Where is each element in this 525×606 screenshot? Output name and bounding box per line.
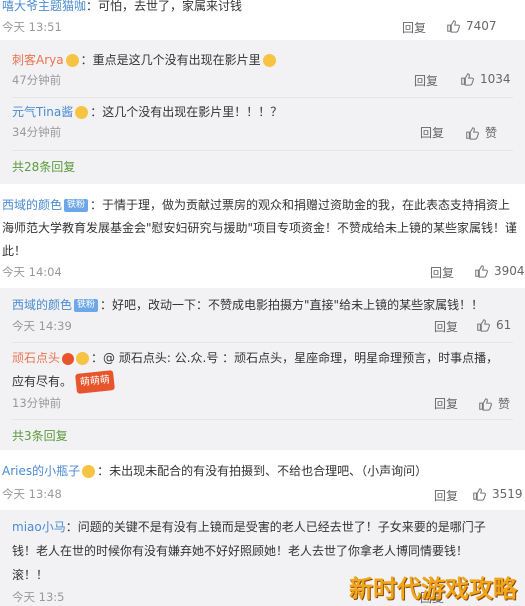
like-button[interactable]: 赞 xyxy=(465,124,497,141)
comment-author[interactable]: 嘻大爷主题猫咖 xyxy=(2,0,86,13)
smile-emoji-icon xyxy=(262,54,276,67)
comment: 西域的颜色 铁粉 ：于情于理，做为贡献过票房的观众和捐赠过资助金的我，在此表态支持捐… xyxy=(0,190,525,288)
reply-text-line: 应有尽有。 萌萌萌 xyxy=(12,370,115,394)
fan-badge: 铁粉 xyxy=(64,199,89,212)
comment-text-line: 此！ xyxy=(2,242,26,260)
like-button[interactable]: 赞 xyxy=(478,395,510,412)
fan-badge: 铁粉 xyxy=(74,299,99,312)
reply-block: 刺客Arya ：重点是这几个没有出现在影片里 47分钟前 回复 1034 元气Ti… xyxy=(0,40,525,184)
thumbs-up-icon xyxy=(466,126,479,140)
reply-text-line: miao小马：问题的关键不是有没有上镜而是受害的老人已经去世了！子女来要的是哪门… xyxy=(12,518,486,536)
reply-author[interactable]: 元气Tina酱 xyxy=(12,105,73,119)
comment-author[interactable]: Aries的小瓶子 xyxy=(2,464,80,478)
reply-text-line: 西域的颜色 铁粉 ：好吧，改动一下：不赞成电影拍摄方"直接"给未上镜的某些家属钱！！ xyxy=(12,296,483,314)
divider xyxy=(12,97,513,98)
comment-time: 今天 13:51 xyxy=(2,20,62,34)
sticker: 萌萌萌 xyxy=(75,370,115,394)
like-button[interactable]: 3519 xyxy=(472,487,523,501)
comment-time: 今天 13:48 xyxy=(2,487,62,501)
comment-text-line: 海师范大学教育发展基金会"慰安妇研究与援助"项目专项资金！不赞成给未上镜的某些家… xyxy=(2,219,517,237)
vip-badge-icon xyxy=(62,352,75,365)
thumbs-up-icon xyxy=(473,488,486,501)
smile-emoji-icon xyxy=(75,106,89,119)
reply-author[interactable]: 西域的颜色 xyxy=(12,298,72,312)
reply-button[interactable]: 回复 xyxy=(434,395,458,412)
thumbs-up-icon xyxy=(475,265,488,278)
reply-text-line: 滚！！ xyxy=(12,566,48,584)
more-replies-link[interactable]: 共3条回复 xyxy=(12,427,68,444)
smile-emoji-icon xyxy=(65,54,79,67)
like-count: 1034 xyxy=(480,72,511,86)
reply-time: 34分钟前 xyxy=(12,125,62,139)
comment-text: ：于情于理，做为贡献过票房的观众和捐赠过资助金的我，在此表态支持捐资上 xyxy=(90,198,511,212)
reply-text: 应有尽有。 xyxy=(12,374,73,389)
reply-time: 13分钟前 xyxy=(12,396,62,410)
comment-author[interactable]: 西域的颜色 xyxy=(2,198,62,212)
reply-button[interactable]: 回复 xyxy=(414,72,438,89)
reply-button[interactable]: 回复 xyxy=(430,264,454,281)
reply-text: ：@ 顽石点头: 公.众.号 ：顽石点头，星座命理，明星命理预言，时事点播， xyxy=(91,351,499,365)
more-replies-link[interactable]: 共28条回复 xyxy=(12,158,75,175)
reply-button[interactable]: 回复 xyxy=(420,124,444,141)
reply-author[interactable]: miao小马 xyxy=(12,520,66,534)
comment-text: ：可怕，去世了，家属来讨钱 xyxy=(86,0,243,13)
reply-text-line: 刺客Arya ：重点是这几个没有出现在影片里 xyxy=(12,51,278,69)
reply-button[interactable]: 回复 xyxy=(402,19,426,36)
thumbs-up-icon xyxy=(447,20,460,33)
reply-text: ：这几个没有出现在影片里！！！？ xyxy=(90,105,283,119)
reply-button[interactable]: 回复 xyxy=(434,487,458,504)
like-label: 赞 xyxy=(498,397,511,411)
comment-text-line: 嘻大爷主题猫咖：可怕，去世了，家属来讨钱 xyxy=(2,0,242,15)
like-button[interactable]: 7407 xyxy=(446,19,497,33)
like-count: 61 xyxy=(496,318,512,332)
reply-time: 今天 14:39 xyxy=(12,319,72,333)
watermark: 新时代游戏攻略 xyxy=(349,575,517,603)
reply-text: ：问题的关键不是有没有上镜而是受害的老人已经去世了！子女来要的是哪门子 xyxy=(65,520,486,534)
reply-text: 钱！老人在世的时候你有没有嫌弃她不好好照顾她！老人去世了你拿老人博同情要钱！ xyxy=(12,544,469,558)
reply-author[interactable]: 顽石点头 xyxy=(12,351,60,365)
thumbs-up-icon xyxy=(477,319,490,332)
like-count: 3904 xyxy=(494,264,525,278)
like-count: 3519 xyxy=(492,487,523,501)
like-count: 7407 xyxy=(466,19,497,33)
like-button[interactable]: 3904 xyxy=(474,264,525,278)
comment-text: ：未出现未配合的有没有拍摄到、不给也合理吧、（小声询问） xyxy=(97,464,428,478)
reply-time: 47分钟前 xyxy=(12,73,62,87)
reply-block: 西域的颜色 铁粉 ：好吧，改动一下：不赞成电影拍摄方"直接"给未上镜的某些家属钱！！… xyxy=(0,288,525,450)
reply-text-line: 元气Tina酱 ：这几个没有出现在影片里！！！？ xyxy=(12,103,282,121)
divider xyxy=(12,150,513,151)
reply-author[interactable]: 刺客Arya xyxy=(12,53,64,67)
reply-text: ：重点是这几个没有出现在影片里 xyxy=(80,53,261,67)
comment-time: 今天 14:04 xyxy=(2,265,62,279)
reply-text: ：好吧，改动一下：不赞成电影拍摄方"直接"给未上镜的某些家属钱！！ xyxy=(100,298,484,312)
comment: Aries的小瓶子 ：未出现未配合的有没有拍摄到、不给也合理吧、（小声询问） 今天… xyxy=(0,456,525,508)
thumbs-up-icon xyxy=(461,73,474,86)
comment-text-line: 西域的颜色 铁粉 ：于情于理，做为贡献过票房的观众和捐赠过资助金的我，在此表态支持捐… xyxy=(2,196,510,214)
reply-text-line: 钱！老人在世的时候你有没有嫌弃她不好好照顾她！老人去世了你拿老人博同情要钱！ xyxy=(12,542,468,560)
like-button[interactable]: 61 xyxy=(476,318,511,332)
thumbs-up-icon xyxy=(479,397,492,411)
reply-text: 滚！！ xyxy=(12,568,49,582)
divider xyxy=(12,419,513,420)
comment-text: 此！ xyxy=(2,244,27,258)
comment-text: 海师范大学教育发展基金会"慰安妇研究与援助"项目专项资金！不赞成给未上镜的某些家… xyxy=(2,221,518,235)
divider xyxy=(12,342,513,343)
comment-text-line: Aries的小瓶子 ：未出现未配合的有没有拍摄到、不给也合理吧、（小声询问） xyxy=(2,462,427,480)
smile-emoji-icon xyxy=(76,352,90,365)
comment-top: 嘻大爷主题猫咖：可怕，去世了，家属来讨钱 今天 13:51 回复 7407 xyxy=(0,0,525,40)
like-button[interactable]: 1034 xyxy=(460,72,511,86)
smile-emoji-icon xyxy=(82,465,96,478)
reply-time: 今天 13:5 xyxy=(12,590,65,604)
reply-text-line: 顽石点头 ：@ 顽石点头: 公.众.号 ：顽石点头，星座命理，明星命理预言，时事点… xyxy=(12,349,498,367)
reply-button[interactable]: 回复 xyxy=(434,318,458,335)
like-label: 赞 xyxy=(485,126,498,140)
